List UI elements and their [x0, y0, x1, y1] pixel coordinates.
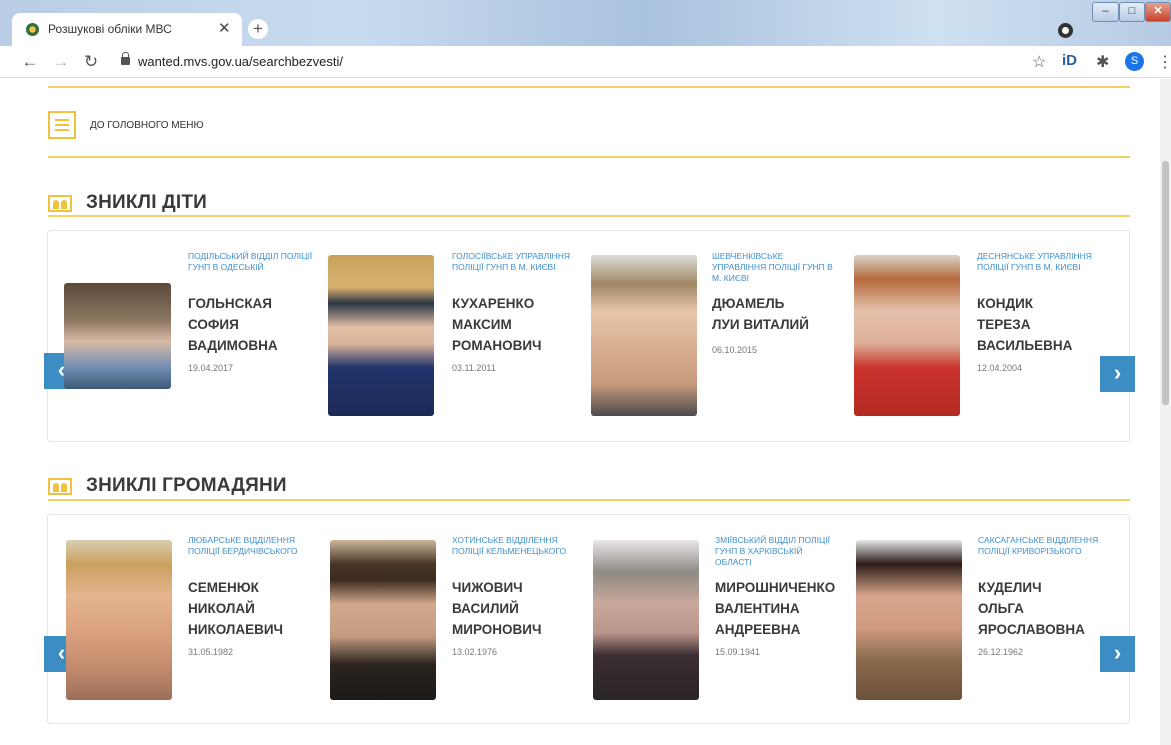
main-menu-link[interactable]: ДО ГОЛОВНОГО МЕНЮ	[48, 111, 204, 139]
birth-date: 19.04.2017	[188, 363, 234, 373]
top-divider	[48, 86, 1130, 88]
first-name: ОЛЬГА	[978, 601, 1024, 616]
page-scrollbar[interactable]	[1160, 79, 1171, 745]
browser-tab[interactable]: Розшукові обліки МВС ✕	[12, 13, 242, 46]
last-name: ГОЛЬНСКАЯ	[188, 296, 273, 311]
browser-toolbar: ← → ↻ wanted.mvs.gov.ua/searchbezvesti/ …	[0, 46, 1171, 78]
carousel-next-button[interactable]: ›	[1100, 636, 1135, 672]
tab-close-icon[interactable]: ✕	[218, 19, 231, 37]
first-name: ТЕРЕЗА	[977, 317, 1031, 332]
lock-icon[interactable]	[121, 52, 130, 65]
patronymic: НИКОЛАЕВИЧ	[188, 622, 284, 637]
back-arrow-icon[interactable]: ←	[21, 52, 39, 72]
patronymic: ВАДИМОВНА	[188, 338, 278, 353]
birth-date: 03.11.2011	[452, 363, 496, 373]
person-photo[interactable]	[330, 540, 436, 700]
person-name[interactable]: ДЮАМЕЛЬ ЛУИ ВИТАЛИЙ	[712, 293, 852, 335]
section-header-citizens: ЗНИКЛІ ГРОМАДЯНИ	[48, 475, 287, 497]
section-title: ЗНИКЛІ ДІТИ	[86, 192, 208, 213]
patronymic: ВАСИЛЬЕВНА	[977, 338, 1073, 353]
first-name: ЛУИ ВИТАЛИЙ	[712, 317, 809, 332]
person-name[interactable]: КОНДИК ТЕРЕЗА ВАСИЛЬЕВНА	[977, 293, 1117, 356]
last-name: МИРОШНИЧЕНКО	[715, 580, 836, 595]
person-name[interactable]: КУХАРЕНКО МАКСИМ РОМАНОВИЧ	[452, 293, 592, 356]
police-department: ШЕВЧЕНКІВСЬКЕ УПРАВЛІННЯ ПОЛІЦІЇ ГУНП В …	[712, 251, 833, 283]
birth-date: 12.04.2004	[977, 363, 1023, 373]
police-department: ЗМІЇВСЬКИЙ ВІДДІЛ ПОЛІЦІЇ ГУНП В ХАРКІВС…	[715, 535, 830, 567]
forward-arrow-icon[interactable]: →	[52, 52, 70, 72]
minimize-button[interactable]: –	[1092, 2, 1119, 22]
person-photo[interactable]	[591, 255, 697, 416]
first-name: ВАЛЕНТИНА	[715, 601, 800, 616]
new-tab-button[interactable]: +	[248, 19, 268, 39]
police-department: ХОТИНСЬКЕ ВІДДІЛЕННЯ ПОЛІЦІЇ КЕЛЬМЕНЕЦЬК…	[452, 535, 567, 556]
close-window-button[interactable]: ✕	[1145, 2, 1171, 22]
browser-menu-icon[interactable]: ⋮	[1157, 52, 1171, 72]
birth-date: 31.05.1982	[188, 647, 234, 657]
first-name: ВАСИЛИЙ	[452, 601, 519, 616]
profile-avatar[interactable]: S	[1125, 52, 1144, 71]
police-department: ПОДІЛЬСЬКИЙ ВІДДІЛ ПОЛІЦІЇ ГУНП В ОДЕСЬК…	[188, 251, 313, 272]
person-name[interactable]: КУДЕЛИЧ ОЛЬГА ЯРОСЛАВОВНА	[978, 577, 1118, 640]
last-name: КУДЕЛИЧ	[978, 580, 1042, 595]
carousel-next-button[interactable]: ›	[1100, 356, 1135, 392]
birth-date: 15.09.1941	[715, 647, 761, 657]
patronymic: МИРОНОВИЧ	[452, 622, 542, 637]
list-menu-icon	[48, 111, 76, 139]
police-department: ЛЮБАРСЬКЕ ВІДДІЛЕННЯ ПОЛІЦІЇ БЕРДИЧІВСЬК…	[188, 535, 298, 556]
patronymic: РОМАНОВИЧ	[452, 338, 542, 353]
patronymic: ЯРОСЛАВОВНА	[978, 622, 1085, 637]
patronymic: АНДРЕЕВНА	[715, 622, 801, 637]
birth-date: 26.12.1962	[978, 647, 1024, 657]
extensions-puzzle-icon[interactable]: ✱	[1096, 52, 1109, 72]
maximize-button[interactable]: □	[1119, 2, 1145, 22]
person-photo[interactable]	[854, 255, 960, 416]
last-name: ДЮАМЕЛЬ	[712, 296, 785, 311]
bookmark-star-icon[interactable]: ☆	[1032, 52, 1046, 72]
main-menu-label: ДО ГОЛОВНОГО МЕНЮ	[90, 119, 204, 131]
last-name: СЕМЕНЮК	[188, 580, 259, 595]
police-department: ГОЛОСІЇВСЬКЕ УПРАВЛІННЯ ПОЛІЦІЇ ГУНП В М…	[452, 251, 570, 272]
person-name[interactable]: МИРОШНИЧЕНКО ВАЛЕНТИНА АНДРЕЕВНА	[715, 577, 855, 640]
person-photo[interactable]	[593, 540, 699, 700]
scrollbar-thumb[interactable]	[1162, 161, 1169, 405]
last-name: ЧИЖОВИЧ	[452, 580, 523, 595]
person-photo[interactable]	[856, 540, 962, 700]
person-photo[interactable]	[328, 255, 434, 416]
window-titlebar: Розшукові обліки МВС ✕ + – □ ✕	[0, 0, 1171, 46]
tab-title: Розшукові обліки МВС	[48, 22, 172, 36]
carousel-citizens: ‹ › ЛЮБАРСЬКЕ ВІДДІЛЕННЯ ПОЛІЦІЇ БЕРДИЧІ…	[44, 514, 1135, 724]
reload-icon[interactable]: ↻	[82, 52, 100, 72]
people-icon	[48, 194, 72, 212]
section-divider	[48, 215, 1130, 217]
window-account-icon[interactable]	[1058, 23, 1073, 38]
person-name[interactable]: ЧИЖОВИЧ ВАСИЛИЙ МИРОНОВИЧ	[452, 577, 592, 640]
menu-divider	[48, 156, 1130, 158]
police-department: ДЕСНЯНСЬКЕ УПРАВЛІННЯ ПОЛІЦІЇ ГУНП В М. …	[977, 251, 1092, 272]
first-name: МАКСИМ	[452, 317, 512, 332]
address-bar[interactable]: wanted.mvs.gov.ua/searchbezvesti/	[138, 54, 343, 69]
last-name: КОНДИК	[977, 296, 1034, 311]
people-icon	[48, 477, 72, 495]
person-name[interactable]: ГОЛЬНСКАЯ СОФИЯ ВАДИМОВНА	[188, 293, 328, 356]
last-name: КУХАРЕНКО	[452, 296, 535, 311]
first-name: НИКОЛАЙ	[188, 601, 255, 616]
section-divider	[48, 499, 1130, 501]
carousel-children: ‹ › ПОДІЛЬСЬКИЙ ВІДДІЛ ПОЛІЦІЇ ГУНП В ОД…	[44, 230, 1135, 442]
birth-date: 06.10.2015	[712, 345, 758, 355]
police-department: САКСАГАНСЬКЕ ВІДДІЛЕННЯ ПОЛІЦІЇ КРИВОРІЗ…	[978, 535, 1099, 556]
section-header-children: ЗНИКЛІ ДІТИ	[48, 192, 207, 214]
page-content: ДО ГОЛОВНОГО МЕНЮ ЗНИКЛІ ДІТИ ‹ › ПОДІЛЬ…	[0, 79, 1171, 745]
section-title: ЗНИКЛІ ГРОМАДЯНИ	[86, 475, 287, 496]
person-name[interactable]: СЕМЕНЮК НИКОЛАЙ НИКОЛАЕВИЧ	[188, 577, 328, 640]
person-photo[interactable]	[66, 540, 172, 700]
site-favicon-icon	[26, 23, 39, 36]
birth-date: 13.02.1976	[452, 647, 498, 657]
person-photo[interactable]	[64, 283, 171, 389]
first-name: СОФИЯ	[188, 317, 239, 332]
extension-id-icon[interactable]: iD	[1062, 52, 1077, 69]
